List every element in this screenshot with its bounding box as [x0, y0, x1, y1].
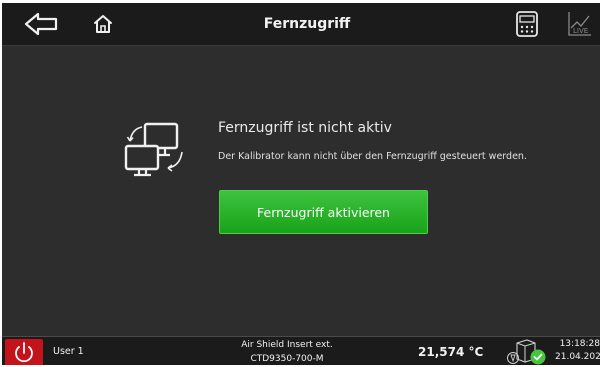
status-bar: User 1 Air Shield Insert ext. CTD9350-70…	[2, 336, 600, 365]
arrow-left-icon	[24, 12, 58, 36]
device-ok-check-icon[interactable]	[505, 337, 551, 365]
temperature-readout: 21,574 °C	[418, 345, 484, 359]
power-icon	[15, 342, 33, 363]
live-chart-icon: LIVE	[568, 12, 591, 36]
calculator-icon	[516, 11, 538, 37]
home-button[interactable]	[88, 10, 118, 38]
status-description: Der Kalibrator kann nicht über den Fernz…	[218, 151, 527, 162]
live-chart-button[interactable]: LIVE	[565, 9, 593, 39]
home-icon	[94, 15, 112, 33]
calculator-button[interactable]	[512, 9, 542, 39]
live-label: LIVE	[573, 27, 588, 35]
current-user: User 1	[53, 346, 84, 357]
app-screen: Fernzugriff LIVE Fernzugriff ist nicht a…	[2, 3, 600, 365]
date: 21.04.2022	[555, 352, 600, 362]
page-title: Fernzugriff	[263, 16, 351, 32]
device-id: CTD9350-700-M	[250, 354, 324, 364]
device-name: Air Shield Insert ext.	[241, 340, 333, 350]
status-title: Fernzugriff ist nicht aktiv	[218, 120, 392, 136]
time: 13:18:28	[559, 339, 600, 349]
remote-access-monitors-icon	[122, 121, 192, 181]
top-bar: Fernzugriff LIVE	[2, 3, 600, 46]
datetime: 13:18:28 21.04.2022	[555, 338, 600, 364]
back-button[interactable]	[22, 10, 62, 38]
power-button[interactable]	[5, 339, 43, 365]
device-info: Air Shield Insert ext. CTD9350-700-M	[217, 337, 357, 365]
activate-remote-access-button[interactable]: Fernzugriff aktivieren	[219, 190, 428, 234]
